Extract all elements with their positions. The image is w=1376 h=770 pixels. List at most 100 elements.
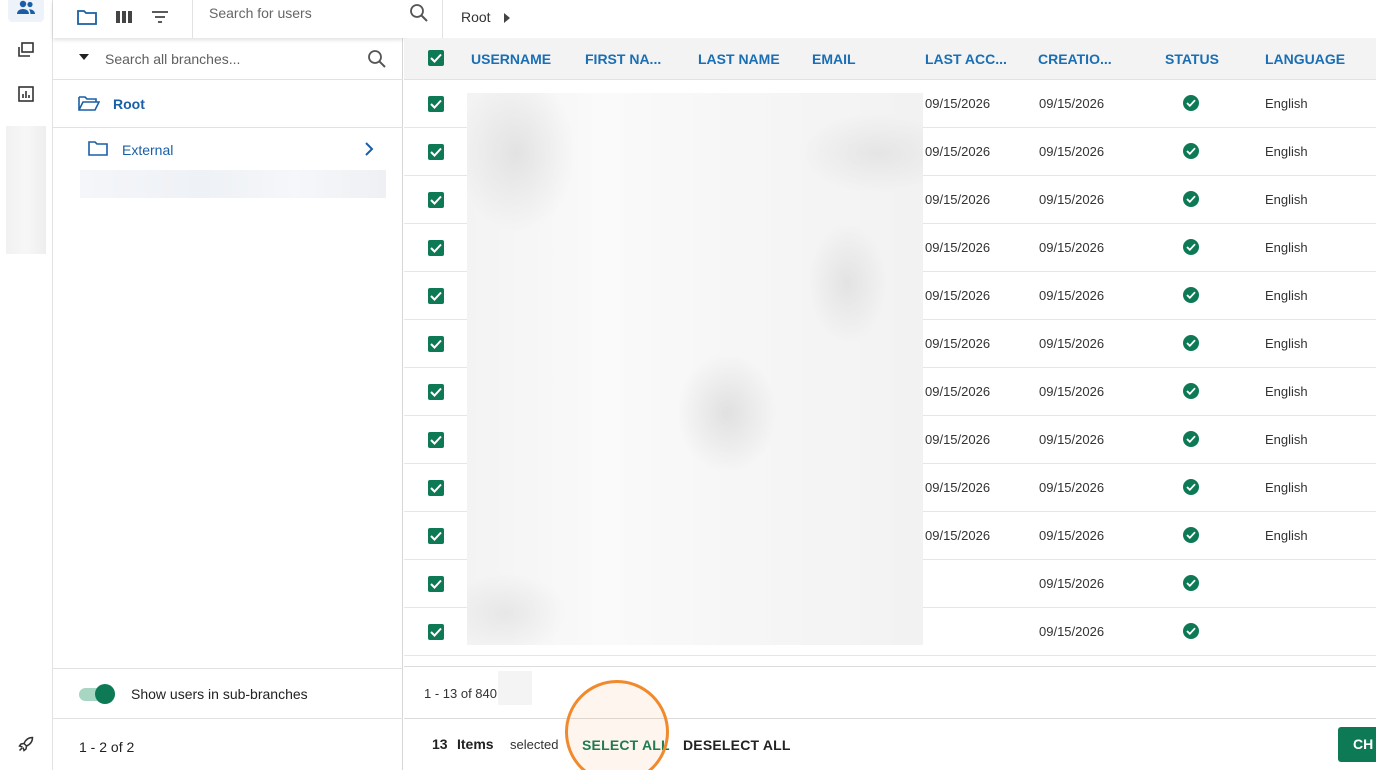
toggle-knob (95, 684, 115, 704)
folder-open-icon (78, 96, 100, 111)
chevron-right-icon[interactable] (364, 141, 374, 157)
caret-right-icon[interactable] (504, 13, 510, 23)
deselect-all-button[interactable]: DESELECT ALL (683, 737, 791, 753)
app-root: Search all branches... Root External Sho… (0, 0, 1376, 770)
check-icon (430, 387, 442, 397)
columns-icon (116, 11, 132, 23)
column-header[interactable]: FIRST NA... (585, 51, 661, 67)
creation-date-cell: 09/15/2026 (1039, 96, 1105, 111)
last-access-cell: 09/15/2026 (925, 432, 991, 447)
row-checkbox[interactable] (428, 432, 444, 448)
branch-search-placeholder: Search all branches... (105, 51, 241, 67)
select-all-button[interactable]: SELECT ALL (582, 737, 670, 753)
reports-nav-button[interactable] (8, 80, 44, 108)
last-access-cell: 09/15/2026 (925, 240, 991, 255)
row-checkbox[interactable] (428, 96, 444, 112)
creation-date-cell: 09/15/2026 (1039, 192, 1105, 207)
caret-down-icon[interactable] (79, 54, 89, 60)
column-header[interactable]: LANGUAGE (1265, 51, 1345, 67)
column-header[interactable]: LAST NAME (698, 51, 780, 67)
search-icon[interactable] (367, 49, 387, 69)
status-active-icon (1183, 527, 1199, 543)
column-header[interactable]: EMAIL (812, 51, 856, 67)
row-checkbox[interactable] (428, 528, 444, 544)
creation-date-cell: 09/15/2026 (1039, 624, 1105, 639)
table-header: USERNAME FIRST NA... LAST NAME EMAIL LAS… (404, 38, 1376, 80)
creation-date-cell: 09/15/2026 (1039, 240, 1105, 255)
filter-icon (152, 11, 168, 23)
users-icon (17, 0, 35, 14)
creation-date-cell: 09/15/2026 (1039, 384, 1105, 399)
status-active-icon (1183, 191, 1199, 207)
launch-nav-button[interactable] (8, 730, 44, 758)
columns-view-button[interactable] (113, 6, 135, 28)
language-cell: English (1265, 528, 1308, 543)
check-icon (430, 53, 442, 63)
check-icon (430, 243, 442, 253)
column-header[interactable]: USERNAME (471, 51, 551, 67)
subbranch-toggle[interactable] (79, 684, 115, 704)
selected-label: selected (510, 737, 559, 752)
status-active-icon (1183, 143, 1199, 159)
folder-view-button[interactable] (76, 6, 98, 28)
status-active-icon (1183, 95, 1199, 111)
branch-search-field[interactable]: Search all branches... (53, 38, 403, 80)
layers-icon (18, 42, 34, 57)
table-pagination: 1 - 13 of 840 (404, 666, 1376, 718)
creation-date-cell: 09/15/2026 (1039, 144, 1105, 159)
select-all-checkbox[interactable] (428, 50, 444, 66)
bulk-action-button[interactable]: CH (1338, 727, 1376, 762)
breadcrumb-root[interactable]: Root (461, 9, 491, 25)
tree-root-item[interactable]: Root (53, 80, 403, 128)
redacted-pager-control (498, 671, 532, 705)
search-icon[interactable] (409, 3, 429, 23)
branch-pagination: 1 - 2 of 2 (53, 718, 403, 770)
selection-bar: 13 Items selected SELECT ALL DESELECT AL… (404, 718, 1376, 770)
creation-date-cell: 09/15/2026 (1039, 336, 1105, 351)
last-access-cell: 09/15/2026 (925, 528, 991, 543)
column-header[interactable]: STATUS (1165, 51, 1219, 67)
tree-root-label: Root (113, 96, 145, 112)
branches-nav-button[interactable] (8, 36, 44, 64)
tree-item-external[interactable]: External (80, 128, 386, 172)
language-cell: English (1265, 96, 1308, 111)
row-checkbox[interactable] (428, 240, 444, 256)
selected-count: 13 (432, 736, 448, 752)
row-checkbox[interactable] (428, 288, 444, 304)
user-search-field[interactable]: Search for users (192, 0, 443, 38)
row-checkbox[interactable] (428, 144, 444, 160)
status-active-icon (1183, 335, 1199, 351)
row-checkbox[interactable] (428, 192, 444, 208)
row-checkbox[interactable] (428, 576, 444, 592)
last-access-cell: 09/15/2026 (925, 336, 991, 351)
chart-icon (18, 86, 34, 102)
folder-icon (77, 10, 97, 25)
column-header[interactable]: LAST ACC... (925, 51, 1007, 67)
row-checkbox[interactable] (428, 480, 444, 496)
creation-date-cell: 09/15/2026 (1039, 432, 1105, 447)
language-cell: English (1265, 240, 1308, 255)
last-access-cell: 09/15/2026 (925, 288, 991, 303)
subbranch-toggle-row: Show users in sub-branches (53, 668, 403, 718)
row-checkbox[interactable] (428, 384, 444, 400)
status-active-icon (1183, 287, 1199, 303)
breadcrumb: Root (444, 0, 1376, 38)
status-active-icon (1183, 575, 1199, 591)
user-search-placeholder: Search for users (209, 5, 312, 21)
creation-date-cell: 09/15/2026 (1039, 528, 1105, 543)
status-active-icon (1183, 431, 1199, 447)
check-icon (430, 99, 442, 109)
last-access-cell: 09/15/2026 (925, 96, 991, 111)
last-access-cell: 09/15/2026 (925, 144, 991, 159)
language-cell: English (1265, 480, 1308, 495)
row-checkbox[interactable] (428, 336, 444, 352)
column-header[interactable]: CREATIO... (1038, 51, 1112, 67)
users-nav-button[interactable] (8, 0, 44, 22)
filter-button[interactable] (149, 6, 171, 28)
language-cell: English (1265, 432, 1308, 447)
creation-date-cell: 09/15/2026 (1039, 288, 1105, 303)
row-checkbox[interactable] (428, 624, 444, 640)
last-access-cell: 09/15/2026 (925, 480, 991, 495)
check-icon (430, 627, 442, 637)
branch-pagination-text: 1 - 2 of 2 (79, 739, 135, 755)
